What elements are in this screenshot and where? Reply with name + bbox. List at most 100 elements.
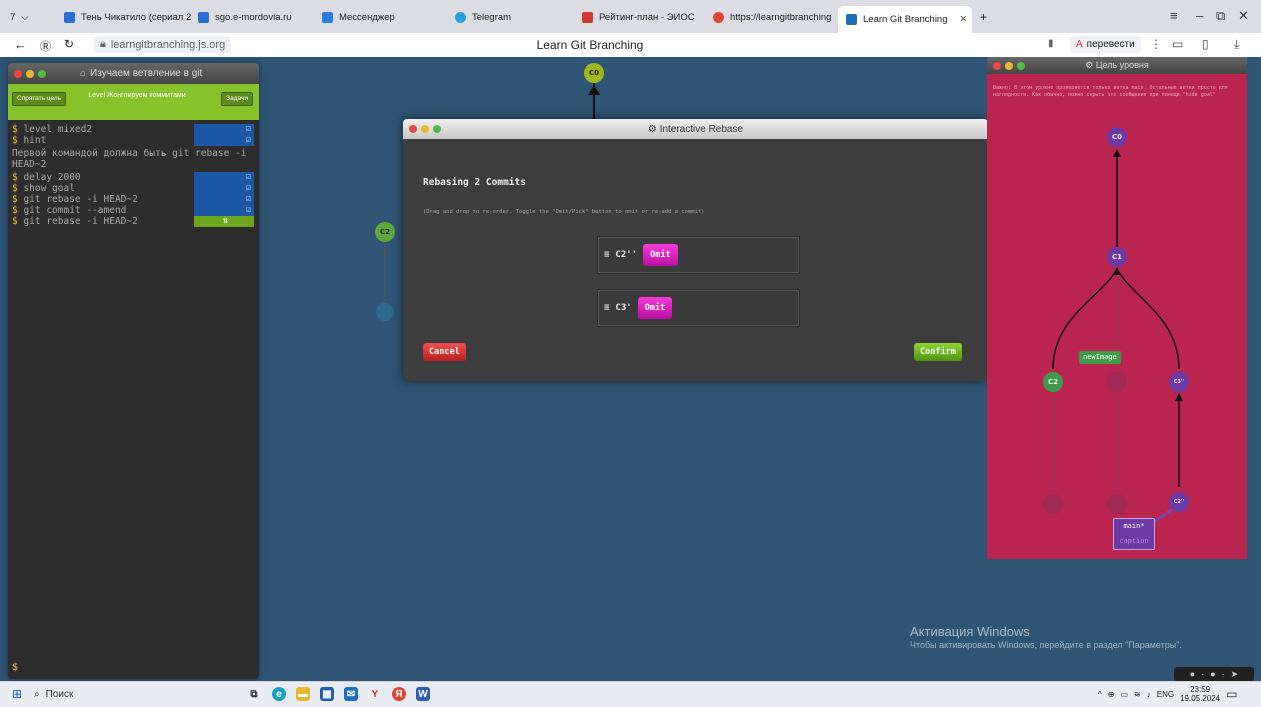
- command-line: $ level mixed2 ☑: [8, 124, 259, 135]
- tab-4[interactable]: Рейтинг-план - ЭИОС: [582, 8, 700, 26]
- edge-icon[interactable]: e: [272, 687, 286, 701]
- rebase-instructions: (Drag and drop to re-order. Toggle the "…: [423, 209, 705, 215]
- home-icon: ⌂: [80, 68, 87, 79]
- tab-2[interactable]: Мессенджер: [322, 8, 422, 26]
- notifications-icon[interactable]: ≡: [1170, 8, 1178, 23]
- restore-icon[interactable]: ⧉: [1216, 8, 1225, 24]
- confirm-button[interactable]: Confirm: [914, 343, 962, 361]
- taskbar: ⊞ ⌕ Поиск ⧉ e ▬ ▦ ✉ Y Я W ^ ⊕ ▭ ≋ ♪ ENG 2…: [0, 681, 1261, 707]
- word-icon[interactable]: W: [416, 687, 430, 701]
- dialog-title: ⚙ Interactive Rebase: [647, 124, 744, 135]
- drag-handle-icon[interactable]: ≡: [604, 250, 609, 260]
- command-line: $ git rebase -i HEAD~2 ⇅: [8, 216, 259, 227]
- commit-label: C2'': [615, 250, 638, 260]
- vertical-dots-icon[interactable]: ⋮: [1150, 37, 1162, 51]
- helper-bar[interactable]: ● · ● · ➤: [1174, 667, 1254, 681]
- download-icon[interactable]: ⤓: [1234, 37, 1239, 52]
- undo-icon[interactable]: ➤: [1231, 669, 1239, 680]
- help-icon[interactable]: ●: [1190, 669, 1195, 679]
- terminal-title: Изучаем ветвление в git: [90, 68, 203, 79]
- rating-icon: [582, 11, 593, 23]
- activation-watermark-text: Чтобы активировать Windows, перейдите в …: [910, 640, 1182, 650]
- tab-3[interactable]: Telegram: [455, 8, 545, 26]
- command-prompt[interactable]: $: [12, 662, 18, 673]
- translate-icon: A: [1076, 39, 1083, 50]
- chevron-up-icon[interactable]: ^: [1098, 690, 1102, 699]
- level-name: Level Жонглируем коммитами: [88, 92, 186, 99]
- notification-center-icon[interactable]: ▭: [1226, 687, 1237, 701]
- task-view-icon[interactable]: ⧉: [247, 687, 261, 701]
- yandex-icon: [713, 11, 724, 23]
- commit-node-c2[interactable]: C2: [375, 222, 395, 242]
- battery-icon[interactable]: ▭: [1172, 37, 1183, 51]
- tab-5[interactable]: https://learngitbranching.j: [713, 8, 831, 26]
- translate-button[interactable]: Aперевести: [1070, 36, 1141, 53]
- tv-icon: [64, 11, 75, 23]
- command-line: $ git commit --amend ☑: [8, 205, 259, 216]
- rebase-commit-item[interactable]: ≡ C3' Omit: [597, 289, 800, 327]
- command-line: $ hint ☑: [8, 135, 259, 146]
- tab-1[interactable]: sgo.e-mordovia.ru: [198, 8, 308, 26]
- store-icon[interactable]: ▦: [320, 687, 334, 701]
- tab-active[interactable]: Learn Git Branching ✕: [838, 6, 972, 33]
- goal-node-c3: C3'': [1169, 372, 1189, 392]
- tab-0[interactable]: Тень Чикатило (сериал 2: [64, 8, 194, 26]
- goal-node-c2: C2: [1043, 372, 1063, 392]
- branch-label-newimage: newImage: [1079, 351, 1121, 364]
- minimize-icon[interactable]: –: [1196, 8, 1203, 23]
- omit-toggle-button[interactable]: Omit: [637, 297, 673, 319]
- git-icon: [846, 14, 857, 25]
- drag-handle-icon[interactable]: ≡: [604, 303, 609, 313]
- branch-label-main: main* caption: [1113, 518, 1155, 550]
- taskbar-search[interactable]: ⌕ Поиск: [34, 685, 224, 703]
- collections-icon[interactable]: ▯: [1202, 37, 1209, 51]
- wifi-icon[interactable]: ≋: [1134, 690, 1141, 699]
- level-toolbar: Спрятать цель Level Жонглируем коммитами…: [8, 84, 259, 120]
- cancel-button[interactable]: Cancel: [423, 343, 466, 361]
- check-icon: ☑: [245, 183, 251, 193]
- interactive-rebase-dialog: ⚙ Interactive Rebase Rebasing 2 Commits …: [403, 119, 988, 381]
- activation-watermark-title: Активация Windows: [910, 624, 1030, 639]
- check-icon: ☑: [245, 135, 251, 145]
- terminal-titlebar: ⌂ Изучаем ветвление в git: [8, 63, 259, 84]
- ghost-node: [376, 303, 394, 321]
- rebase-commit-item[interactable]: ≡ C2'' Omit: [597, 236, 800, 274]
- network-icon[interactable]: ⊕: [1108, 690, 1115, 699]
- explorer-icon[interactable]: ▬: [296, 687, 310, 701]
- yandex-browser-icon[interactable]: Я: [392, 687, 406, 701]
- bookmark-icon[interactable]: ▮: [1048, 38, 1054, 49]
- new-tab-button[interactable]: +: [980, 8, 987, 26]
- close-window-icon[interactable]: ✕: [1238, 8, 1249, 24]
- search-icon: ⌕: [34, 688, 40, 700]
- address-bar: ← Ⓡ ↻ 🔒︎ learngitbranching.js.org Learn G…: [0, 33, 1261, 58]
- command-line: $ git rebase -i HEAD~2 ☑: [8, 194, 259, 205]
- goal-panel: ⚙ Цель уровня Важно: В этом уровне прове…: [987, 57, 1247, 559]
- goal-node-c0: C0: [1107, 127, 1127, 147]
- maximize-dot-icon[interactable]: [38, 69, 46, 78]
- processing-icon: ⇅: [222, 216, 228, 226]
- windows-start-icon[interactable]: ⊞: [12, 687, 22, 701]
- close-tab-icon[interactable]: ✕: [960, 14, 968, 25]
- battery-icon[interactable]: ▭: [1120, 690, 1128, 699]
- omit-toggle-button[interactable]: Omit: [643, 244, 678, 266]
- check-icon: ☑: [245, 205, 251, 215]
- mail-icon[interactable]: ✉: [344, 687, 358, 701]
- command-terminal: ⌂ Изучаем ветвление в git Спрятать цель …: [8, 63, 259, 679]
- levels-button[interactable]: Задачи: [221, 92, 253, 106]
- page-title: Learn Git Branching: [536, 38, 644, 52]
- minimize-dot-icon[interactable]: [26, 69, 34, 78]
- close-dot-icon[interactable]: [14, 69, 22, 78]
- settings-icon[interactable]: ●: [1210, 669, 1215, 679]
- command-line: $ show goal ☑: [8, 183, 259, 194]
- gear-icon: ⚙: [647, 124, 660, 135]
- arrow-head: [588, 85, 600, 95]
- commit-label: C3': [615, 303, 632, 313]
- tab-counter[interactable]: 7 ⌵: [10, 8, 29, 26]
- language-indicator[interactable]: ENG: [1157, 690, 1174, 699]
- goal-node-c2-double: C2'': [1169, 492, 1189, 512]
- hide-objective-button[interactable]: Спрятать цель: [12, 92, 67, 106]
- commit-node-c0[interactable]: C0: [584, 63, 604, 83]
- yandex-icon[interactable]: Y: [368, 687, 382, 701]
- clock[interactable]: 23:59 19.05.2024: [1180, 685, 1220, 703]
- volume-icon[interactable]: ♪: [1147, 690, 1151, 699]
